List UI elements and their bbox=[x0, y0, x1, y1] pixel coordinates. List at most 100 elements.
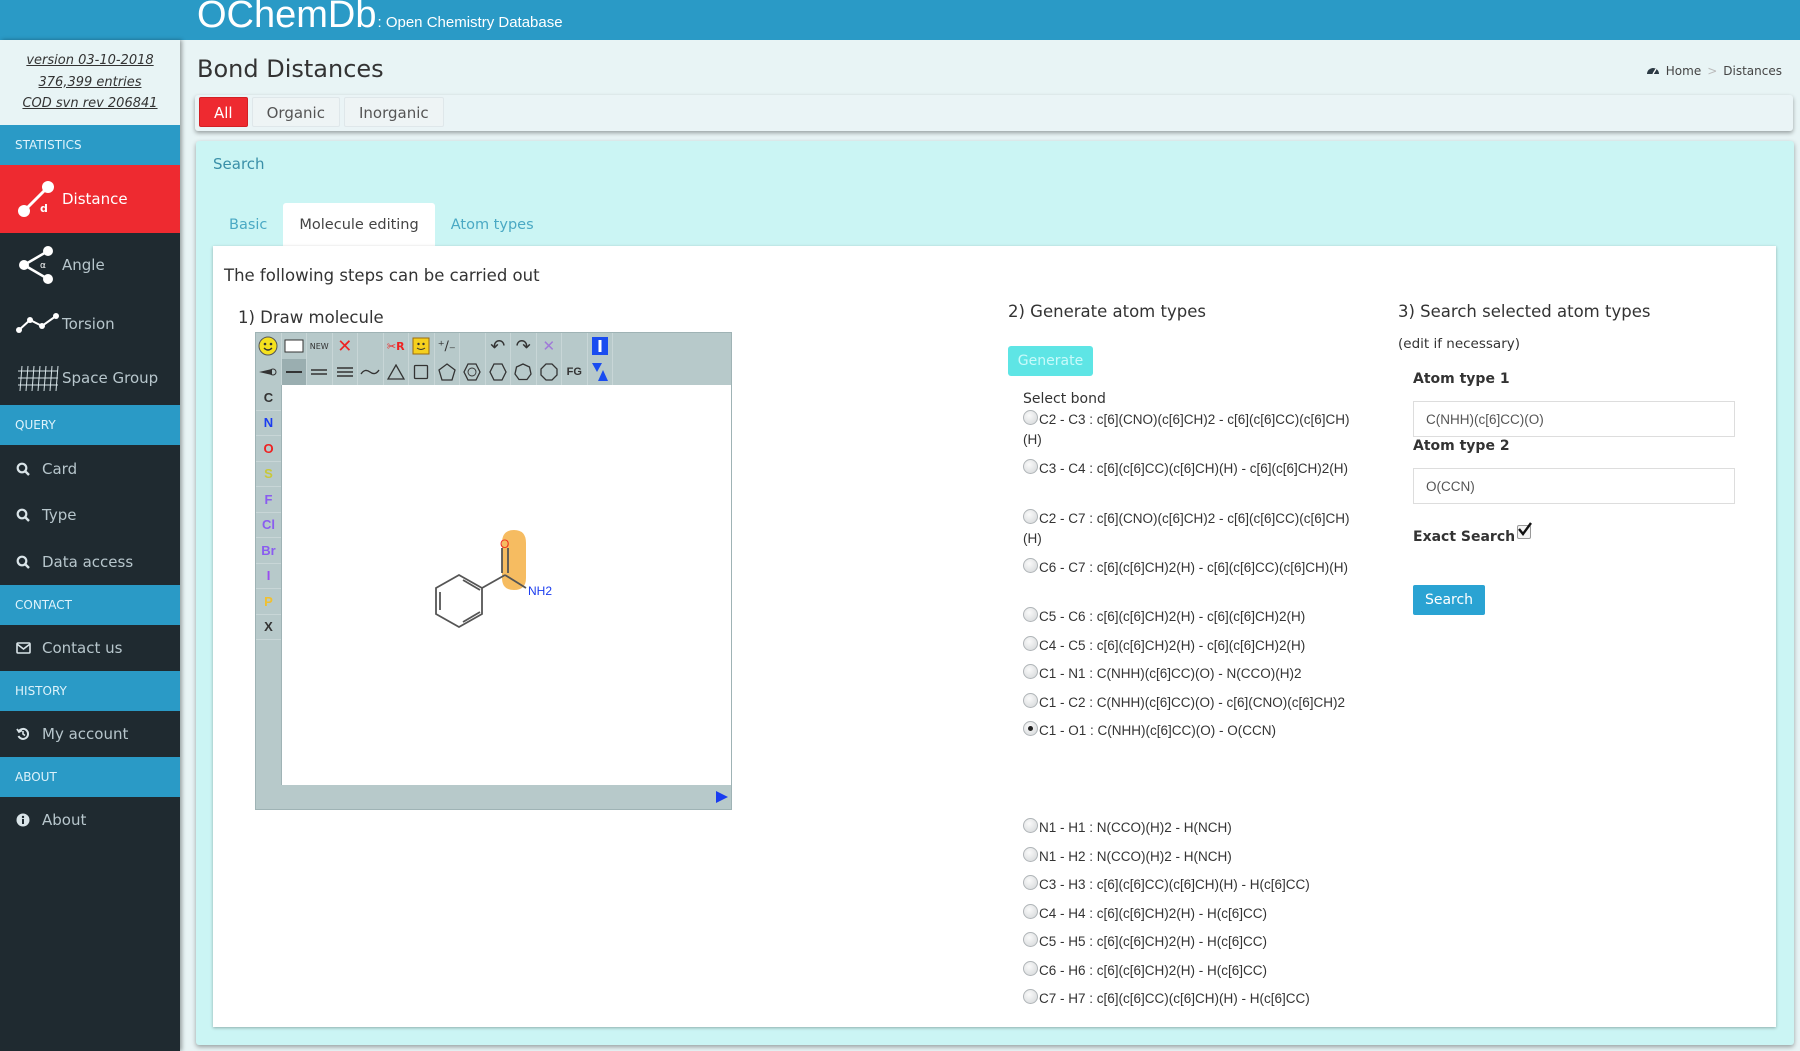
element-button-i[interactable]: I bbox=[256, 564, 281, 589]
element-button-br[interactable]: Br bbox=[256, 538, 281, 564]
bond-radio[interactable] bbox=[1023, 847, 1038, 862]
element-button-p[interactable]: P bbox=[256, 589, 281, 615]
exact-search-checkbox[interactable] bbox=[1517, 522, 1533, 539]
bond-option[interactable]: C5 - H5 : c[6](c[6]CH)2(H) - H(c[6]CC) bbox=[1023, 932, 1363, 952]
undo-icon[interactable]: ↶ bbox=[486, 333, 511, 359]
atom-type1-input[interactable] bbox=[1413, 401, 1735, 437]
bond-radio[interactable] bbox=[1023, 693, 1038, 708]
pentagon-ring-icon[interactable] bbox=[435, 359, 460, 385]
bond-option[interactable]: C1 - C2 : C(NHH)(c[6]CC)(O) - c[6](CNO)(… bbox=[1023, 693, 1363, 713]
drawing-canvas[interactable]: O NH2 bbox=[281, 385, 731, 785]
bond-radio[interactable] bbox=[1023, 818, 1038, 833]
smiley-box-icon[interactable] bbox=[409, 333, 435, 359]
sidebar-item-contact-us[interactable]: Contact us bbox=[0, 625, 180, 671]
bond-radio[interactable] bbox=[1023, 509, 1038, 524]
triangle-ring-icon[interactable] bbox=[384, 359, 409, 385]
bond-option[interactable]: C1 - O1 : C(NHH)(c[6]CC)(O) - O(CCN) bbox=[1023, 721, 1363, 741]
filter-organic-button[interactable]: Organic bbox=[251, 97, 340, 127]
single-bond-icon[interactable] bbox=[281, 359, 307, 385]
bond-option[interactable]: C1 - N1 : C(NHH)(c[6]CC)(O) - N(CCO)(H)2 bbox=[1023, 664, 1363, 684]
sidebar-item-my-account[interactable]: My account bbox=[0, 711, 180, 757]
breadcrumb-distances[interactable]: Distances bbox=[1723, 64, 1782, 78]
play-arrow-icon[interactable] bbox=[715, 790, 729, 804]
sidebar-item-data-access[interactable]: Data access bbox=[0, 538, 180, 585]
bond-radio[interactable] bbox=[1023, 932, 1038, 947]
tab-basic[interactable]: Basic bbox=[213, 203, 283, 247]
bond-option[interactable]: C5 - C6 : c[6](c[6]CH)2(H) - c[6](c[6]CH… bbox=[1023, 607, 1363, 627]
element-button-cl[interactable]: Cl bbox=[256, 513, 281, 538]
benzene-ring-icon[interactable] bbox=[460, 359, 486, 385]
bond-option[interactable]: C6 - H6 : c[6](c[6]CH)2(H) - H(c[6]CC) bbox=[1023, 961, 1363, 981]
element-button-x[interactable]: X bbox=[256, 615, 281, 640]
svn-rev-link[interactable]: COD svn rev 206841 bbox=[0, 93, 180, 115]
oxygen-label: O bbox=[500, 537, 509, 551]
double-bond-icon[interactable] bbox=[307, 359, 333, 385]
sidebar-item-type[interactable]: Type bbox=[0, 492, 180, 538]
brand-logo[interactable]: OChemDb: Open Chemistry Database bbox=[197, 0, 563, 37]
bond-option[interactable]: C3 - C4 : c[6](c[6]CC)(c[6]CH)(H) - c[6]… bbox=[1023, 459, 1363, 479]
bond-radio[interactable] bbox=[1023, 904, 1038, 919]
bond-radio[interactable] bbox=[1023, 664, 1038, 679]
sidebar-item-label: Contact us bbox=[42, 639, 123, 657]
version-link[interactable]: version 03-10-2018 bbox=[0, 50, 180, 72]
atom-type2-input[interactable] bbox=[1413, 468, 1735, 504]
octagon-ring-icon[interactable] bbox=[537, 359, 562, 385]
element-button-o[interactable]: O bbox=[256, 436, 281, 462]
flip-icon[interactable] bbox=[588, 359, 613, 385]
bond-radio[interactable] bbox=[1023, 636, 1038, 651]
wedge-bond-icon[interactable] bbox=[256, 359, 282, 385]
bond-radio[interactable] bbox=[1023, 875, 1038, 890]
entries-link[interactable]: 376,399 entries bbox=[0, 72, 180, 94]
bond-option[interactable]: N1 - H2 : N(CCO)(H)2 - H(NCH) bbox=[1023, 847, 1363, 867]
search-button[interactable]: Search bbox=[1413, 585, 1485, 615]
redo-icon[interactable]: ↷ bbox=[511, 333, 537, 359]
filter-inorganic-button[interactable]: Inorganic bbox=[343, 97, 444, 127]
clear-icon[interactable]: ✕ bbox=[537, 333, 562, 359]
section-contact: CONTACT bbox=[0, 585, 180, 625]
new-icon[interactable]: NEW bbox=[307, 333, 333, 359]
bond-radio[interactable] bbox=[1023, 410, 1038, 425]
info-icon[interactable] bbox=[588, 333, 613, 359]
charge-icon[interactable]: ⁺∕₋ bbox=[435, 333, 460, 359]
sidebar-item-distance[interactable]: d Distance bbox=[0, 165, 180, 233]
r-group-icon[interactable]: ✂R bbox=[384, 333, 409, 359]
sidebar-item-space-group[interactable]: Space Group bbox=[0, 350, 180, 405]
tab-atom-types[interactable]: Atom types bbox=[435, 203, 550, 247]
bond-radio[interactable] bbox=[1023, 607, 1038, 622]
canvas-scrollbar[interactable] bbox=[281, 785, 731, 809]
bond-option[interactable]: C2 - C3 : c[6](CNO)(c[6]CH)2 - c[6](c[6]… bbox=[1023, 410, 1363, 450]
bond-option[interactable]: C4 - H4 : c[6](c[6]CH)2(H) - H(c[6]CC) bbox=[1023, 904, 1363, 924]
heptagon-ring-icon[interactable] bbox=[511, 359, 537, 385]
breadcrumb-home[interactable]: Home bbox=[1666, 64, 1701, 78]
bond-radio[interactable] bbox=[1023, 961, 1038, 976]
bond-radio[interactable] bbox=[1023, 721, 1038, 736]
sidebar-item-angle[interactable]: α Angle bbox=[0, 233, 180, 297]
bond-option[interactable]: C6 - C7 : c[6](c[6]CH)2(H) - c[6](c[6]CC… bbox=[1023, 558, 1363, 578]
triple-bond-icon[interactable] bbox=[333, 359, 358, 385]
sidebar-item-card[interactable]: Card bbox=[0, 445, 180, 492]
element-button-n[interactable]: N bbox=[256, 411, 281, 436]
chain-icon[interactable] bbox=[358, 359, 384, 385]
generate-button[interactable]: Generate bbox=[1008, 346, 1093, 376]
bond-option[interactable]: C7 - H7 : c[6](c[6]CC)(c[6]CH)(H) - H(c[… bbox=[1023, 989, 1363, 1009]
bond-option[interactable]: C3 - H3 : c[6](c[6]CC)(c[6]CH)(H) - H(c[… bbox=[1023, 875, 1363, 895]
bond-option[interactable]: C4 - C5 : c[6](c[6]CH)2(H) - c[6](c[6]CH… bbox=[1023, 636, 1363, 656]
element-button-s[interactable]: S bbox=[256, 462, 281, 487]
sidebar-item-about[interactable]: About bbox=[0, 797, 180, 843]
square-ring-icon[interactable] bbox=[409, 359, 435, 385]
bond-option[interactable]: N1 - H1 : N(CCO)(H)2 - H(NCH) bbox=[1023, 818, 1363, 838]
bond-radio[interactable] bbox=[1023, 459, 1038, 474]
bond-radio[interactable] bbox=[1023, 989, 1038, 1004]
functional-group-icon[interactable]: FG bbox=[562, 359, 588, 385]
bond-option[interactable]: C2 - C7 : c[6](CNO)(c[6]CH)2 - c[6](c[6]… bbox=[1023, 509, 1363, 549]
sidebar-item-torsion[interactable]: Torsion bbox=[0, 297, 180, 350]
bond-radio[interactable] bbox=[1023, 558, 1038, 573]
hexagon-ring-icon[interactable] bbox=[486, 359, 511, 385]
delete-icon[interactable]: ✕ bbox=[333, 333, 358, 359]
rectangle-select-icon[interactable] bbox=[282, 333, 307, 359]
smiley-icon[interactable] bbox=[256, 333, 282, 359]
filter-all-button[interactable]: All bbox=[199, 97, 248, 127]
element-button-c[interactable]: C bbox=[256, 385, 281, 411]
tab-molecule-editing[interactable]: Molecule editing bbox=[283, 203, 435, 247]
element-button-f[interactable]: F bbox=[256, 487, 281, 513]
